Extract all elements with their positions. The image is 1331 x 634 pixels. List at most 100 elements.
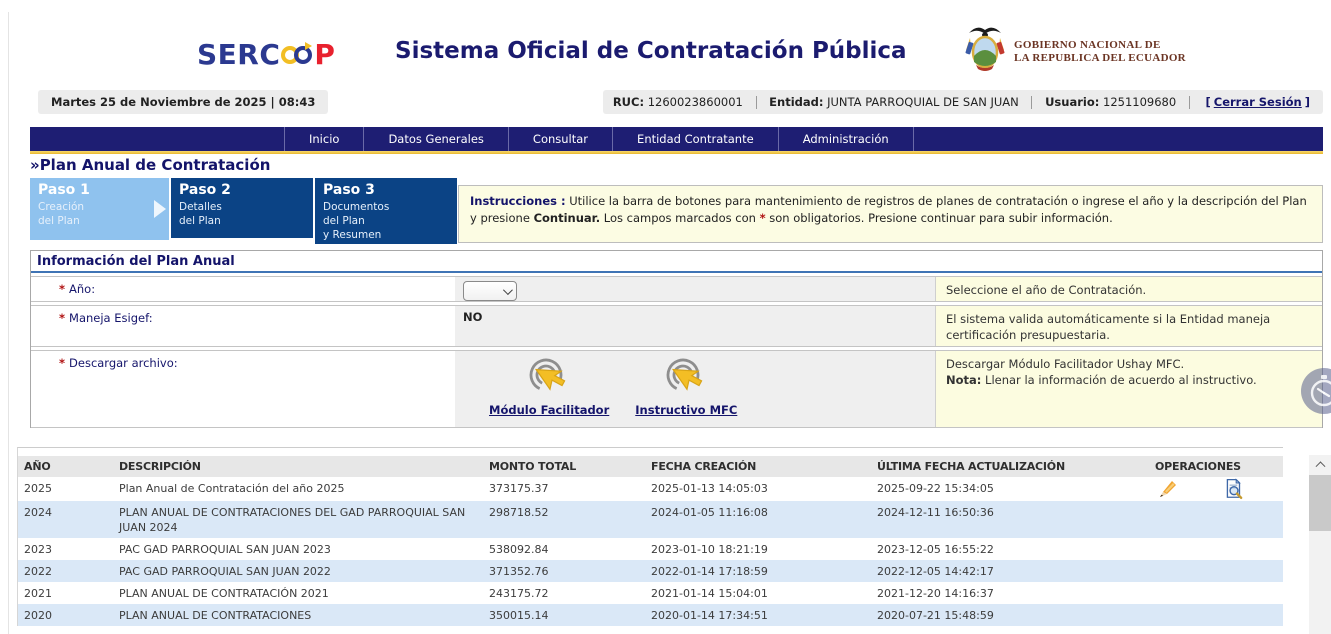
cell-updated: 2022-12-05 14:42:17 — [871, 560, 1149, 582]
page-frame-line — [8, 12, 9, 634]
sercop-logo-text-blue: SERC — [197, 38, 280, 71]
step-2-line2: del Plan — [179, 214, 305, 228]
cell-amount: 298718.52 — [483, 501, 645, 538]
form-row-descargar: * Descargar archivo: Módulo Facilitador — [31, 350, 1322, 428]
descargar-control-cell: Módulo Facilitador Instructivo MFC — [455, 351, 935, 427]
header-descripcion: DESCRIPCIÓN — [113, 456, 483, 477]
step-3-line2: del Plan — [323, 214, 449, 228]
cell-created: 2021-01-14 15:04:01 — [645, 582, 871, 604]
header-ano: AÑO — [18, 456, 113, 477]
required-asterisk: * — [59, 311, 65, 325]
header-ultima-fecha: ÚLTIMA FECHA ACTUALIZACIÓN — [871, 456, 1149, 477]
cell-operations — [1149, 604, 1283, 626]
descargar-hint-line2: Nota: Llenar la información de acuerdo a… — [946, 372, 1312, 388]
cell-operations — [1149, 582, 1283, 604]
instructions-bold-continuar: Continuar. — [534, 211, 601, 225]
cell-year: 2021 — [18, 582, 113, 604]
download-click-icon — [525, 357, 573, 402]
cell-amount: 243175.72 — [483, 582, 645, 604]
edit-pencil-icon[interactable] — [1157, 478, 1179, 500]
year-select[interactable] — [463, 281, 517, 301]
scrollbar-up-button[interactable] — [1309, 455, 1331, 472]
table-header-row: AÑO DESCRIPCIÓN MONTO TOTAL FECHA CREACI… — [18, 456, 1283, 477]
sercop-infinity-icon — [281, 40, 313, 73]
wizard-step-3[interactable]: Paso 3 Documentos del Plan y Resumen — [315, 178, 457, 244]
cell-created: 2025-01-13 14:05:03 — [645, 477, 871, 501]
cell-description: Plan Anual de Contratación del año 2025 — [113, 477, 483, 501]
wizard-step-1[interactable]: Paso 1 Creación del Plan — [30, 178, 169, 240]
scrollbar-thumb[interactable] — [1309, 475, 1331, 531]
esigef-control-cell: NO — [455, 306, 935, 346]
table-row: 2025 Plan Anual de Contratación del año … — [18, 477, 1283, 501]
cell-year: 2020 — [18, 604, 113, 626]
logout-link[interactable]: [Cerrar Sesión] — [1202, 95, 1313, 109]
sercop-logo: SERC P — [197, 36, 335, 73]
plans-table: AÑO DESCRIPCIÓN MONTO TOTAL FECHA CREACI… — [17, 447, 1283, 626]
descargar-hint: Descargar Módulo Facilitador Ushay MFC. … — [935, 351, 1322, 427]
table-row: 2022 PAC GAD PARROQUIAL SAN JUAN 2022 37… — [18, 560, 1283, 582]
plan-info-panel: Información del Plan Anual *Año: Selecci… — [30, 250, 1323, 428]
cell-operations — [1149, 501, 1283, 538]
instructivo-mfc-download[interactable]: Instructivo MFC — [635, 357, 737, 417]
menu-item-datos-generales[interactable]: Datos Generales — [364, 127, 508, 151]
table-row: 2024 PLAN ANUAL DE CONTRATACIONES DEL GA… — [18, 501, 1283, 538]
cell-year: 2024 — [18, 501, 113, 538]
step-1-title: Paso 1 — [38, 182, 161, 198]
table-row: 2023 PAC GAD PARROQUIAL SAN JUAN 2023 53… — [18, 538, 1283, 560]
cell-created: 2020-01-14 17:34:51 — [645, 604, 871, 626]
menu-item-consultar[interactable]: Consultar — [509, 127, 613, 151]
session-info-bar: RUC: 1260023860001 Entidad: JUNTA PARROQ… — [603, 90, 1323, 114]
anio-label-cell: *Año: — [31, 277, 455, 301]
download-click-icon — [662, 357, 710, 402]
user-value: 1251109680 — [1103, 95, 1176, 109]
menu-item-entidad-contratante[interactable]: Entidad Contratante — [613, 127, 779, 151]
nota-label: Nota: — [946, 373, 981, 387]
clock-icon — [1307, 374, 1331, 408]
logout-bracket-open: [ — [1205, 95, 1210, 109]
cell-amount: 350015.14 — [483, 604, 645, 626]
cell-description: PLAN ANUAL DE CONTRATACIÓN 2021 — [113, 582, 483, 604]
instructions-text-2: Los campos marcados con — [600, 211, 759, 225]
table-scrollbar[interactable] — [1309, 455, 1331, 634]
esigef-hint: El sistema valida automáticamente si la … — [935, 306, 1322, 346]
esigef-label-cell: *Maneja Esigef: — [31, 306, 455, 346]
cell-description: PAC GAD PARROQUIAL SAN JUAN 2023 — [113, 538, 483, 560]
cell-updated: 2020-07-21 15:48:59 — [871, 604, 1149, 626]
main-menu: Inicio Datos Generales Consultar Entidad… — [30, 127, 1323, 151]
table-row: 2021 PLAN ANUAL DE CONTRATACIÓN 2021 243… — [18, 582, 1283, 604]
page-title: »Plan Anual de Contratación — [30, 156, 270, 174]
form-row-anio: *Año: Seleccione el año de Contratación. — [31, 276, 1322, 302]
form-row-esigef: *Maneja Esigef: NO El sistema valida aut… — [31, 305, 1322, 347]
ecuador-coat-of-arms-icon — [964, 24, 1006, 80]
menu-item-administracion[interactable]: Administración — [779, 127, 914, 151]
step-1-line1: Creación — [38, 200, 161, 214]
instructivo-mfc-link[interactable]: Instructivo MFC — [635, 403, 737, 417]
cell-updated: 2024-12-11 16:50:36 — [871, 501, 1149, 538]
anio-control-cell — [455, 277, 935, 301]
divider — [1031, 96, 1032, 109]
header-operaciones: OPERACIONES — [1149, 456, 1283, 477]
logout-label: Cerrar Sesión — [1214, 95, 1302, 109]
menu-item-inicio[interactable]: Inicio — [285, 127, 364, 151]
cell-created: 2023-01-10 18:21:19 — [645, 538, 871, 560]
modulo-facilitador-download[interactable]: Módulo Facilitador — [489, 357, 609, 417]
entity-label: Entidad: — [769, 95, 823, 109]
modulo-facilitador-link[interactable]: Módulo Facilitador — [489, 403, 609, 417]
cell-description: PLAN ANUAL DE CONTRATACIONES DEL GAD PAR… — [113, 501, 483, 538]
preview-document-icon[interactable] — [1223, 478, 1245, 500]
cell-description: PAC GAD PARROQUIAL SAN JUAN 2022 — [113, 560, 483, 582]
descargar-label: Descargar archivo: — [69, 356, 178, 370]
step-1-line2: del Plan — [38, 214, 161, 228]
cell-updated: 2023-12-05 16:55:22 — [871, 538, 1149, 560]
download-links: Módulo Facilitador Instructivo MFC — [463, 355, 927, 417]
government-logo: GOBIERNO NACIONAL DE LA REPUBLICA DEL EC… — [964, 24, 1186, 80]
cell-year: 2025 — [18, 477, 113, 501]
step-2-line1: Detalles — [179, 200, 305, 214]
wizard-step-2[interactable]: Paso 2 Detalles del Plan — [171, 178, 313, 238]
datetime-display: Martes 25 de Noviembre de 2025 | 08:43 — [38, 90, 328, 114]
section-title: Información del Plan Anual — [31, 251, 1322, 273]
cell-created: 2022-01-14 17:18:59 — [645, 560, 871, 582]
required-asterisk: * — [59, 356, 65, 370]
system-title: Sistema Oficial de Contratación Pública — [395, 38, 907, 64]
cell-operations — [1149, 560, 1283, 582]
